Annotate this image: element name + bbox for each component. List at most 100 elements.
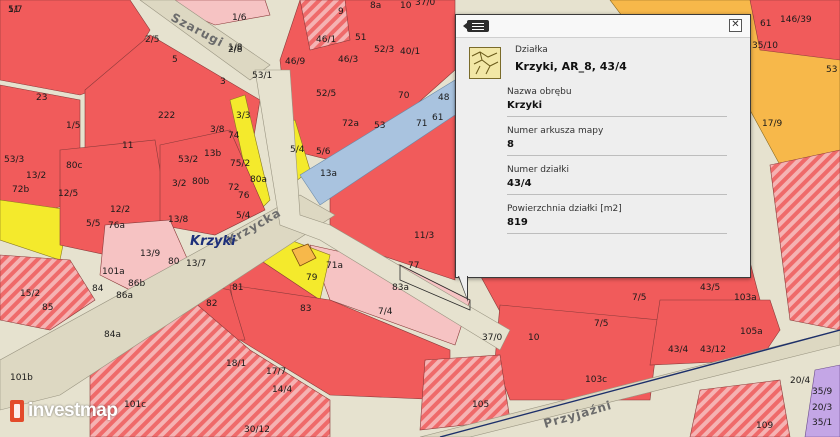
- parcel-number-label: 76a: [108, 221, 125, 231]
- parcel-number-label: 2/8: [228, 45, 243, 55]
- parcel-number-label: 51: [355, 33, 366, 43]
- parcel-number-label: 1/6: [232, 13, 247, 23]
- parcel-number-label: 103c: [585, 375, 607, 385]
- parcel-number-label: 51: [8, 5, 19, 15]
- parcel-number-label: 72b: [12, 185, 29, 195]
- parcel-number-label: 52/5: [316, 89, 336, 99]
- field-label: Numer działki: [507, 165, 570, 175]
- parcel-number-label: 10: [400, 1, 412, 11]
- parcel-number-label: 84a: [104, 330, 121, 340]
- parcel-number-label: 3/8: [210, 125, 225, 135]
- parcel-number-label: 61: [432, 113, 443, 123]
- parcel-number-label: 13/7: [186, 259, 206, 269]
- parcel-number-label: 76: [238, 191, 250, 201]
- parcel-number-label: 70: [398, 91, 410, 101]
- parcel-number-label: 17/9: [762, 119, 782, 129]
- field-value: Krzyki: [507, 100, 543, 111]
- parcel-number-label: 7/5: [594, 319, 608, 329]
- parcel-number-label: 77: [408, 261, 419, 271]
- parcel-number-label: 15/2: [20, 289, 40, 299]
- parcel-number-label: 13/9: [140, 249, 160, 259]
- parcel-number-label: 61: [760, 19, 771, 29]
- parcel-number-label: 46/9: [285, 57, 305, 67]
- parcel-number-label: 84: [92, 284, 104, 294]
- parcel-number-label: 53/3: [4, 155, 24, 165]
- parcel-number-label: 5/4: [236, 211, 251, 221]
- parcel-number-label: 43/4: [668, 345, 688, 355]
- parcel-number-label: 2/5: [145, 35, 159, 45]
- field-value: 43/4: [507, 178, 532, 189]
- parcel-number-label: 7/5: [632, 293, 646, 303]
- parcel-number-label: 5/4: [290, 145, 305, 155]
- parcel-number-label: 30/12: [244, 425, 270, 435]
- parcel-number-label: 83: [300, 304, 311, 314]
- parcel-number-label: 80: [168, 257, 180, 267]
- list-icon[interactable]: [463, 20, 489, 32]
- parcel-number-label: 86a: [116, 291, 133, 301]
- parcel-number-label: 1/5: [66, 121, 80, 131]
- parcel-number-label: 20/4: [790, 376, 810, 386]
- parcel-number-label: 83a: [392, 283, 409, 293]
- field-obreb: Nazwa obrębu Krzyki: [507, 87, 727, 117]
- parcel-number-label: 82: [206, 299, 217, 309]
- parcel-number-label: 74: [228, 131, 240, 141]
- parcel-number-label: 46/3: [338, 55, 358, 65]
- parcel-number-label: 86b: [128, 279, 145, 289]
- field-value: 8: [507, 139, 514, 150]
- parcel-number-label: 40/1: [400, 47, 420, 57]
- parcel-number-label: 12/5: [58, 189, 78, 199]
- parcel-number-label: 35/9: [812, 387, 832, 397]
- parcel-number-label: 13b: [204, 149, 221, 159]
- parcel-number-label: 17/7: [266, 367, 286, 377]
- parcel-number-label: 3/3: [236, 111, 250, 121]
- parcel-number-label: 85: [42, 303, 53, 313]
- parcel-number-label: 101b: [10, 373, 33, 383]
- parcel-number-label: 105a: [740, 327, 763, 337]
- place-label-krzyki: Krzyki: [190, 234, 236, 249]
- parcel-number-label: 18/1: [226, 359, 246, 369]
- parcel-number-label: 14/4: [272, 385, 292, 395]
- field-arkusz: Numer arkusza mapy 8: [507, 126, 727, 156]
- parcel-number-label: 103a: [734, 293, 757, 303]
- popup-kind: Działka: [515, 45, 548, 55]
- parcel-number-label: 222: [158, 111, 175, 121]
- close-button[interactable]: ✕: [729, 19, 742, 32]
- popup-header: ✕: [456, 15, 750, 38]
- parcel-number-label: 43/12: [700, 345, 726, 355]
- parcel-info-popup: ✕ Działka Krzyki, AR_8, 43/4 Nazwa obręb…: [455, 14, 751, 278]
- parcel-number-label: 35/1: [812, 418, 832, 428]
- parcel-number-label: 13a: [320, 169, 337, 179]
- popup-pointer-inner: [459, 276, 467, 298]
- parcel-number-label: 11/3: [414, 231, 434, 241]
- parcel-number-label: 5/5: [86, 219, 100, 229]
- field-dzialka: Numer działki 43/4: [507, 165, 727, 195]
- parcel-number-label: 12/2: [110, 205, 130, 215]
- parcel-number-label: 11: [122, 141, 133, 151]
- parcel-number-label: 20/3: [812, 403, 832, 413]
- parcel-number-label: 8a: [370, 1, 381, 11]
- parcel-number-label: 105: [472, 400, 489, 410]
- parcel-number-label: 43/5: [700, 283, 720, 293]
- investmap-logo: investmap: [10, 396, 118, 426]
- parcel-number-label: 5/6: [316, 147, 331, 157]
- parcel-number-label: 13/8: [168, 215, 188, 225]
- field-label: Numer arkusza mapy: [507, 126, 604, 136]
- parcel-number-label: 9: [338, 7, 344, 17]
- parcel-number-label: 37/0: [415, 0, 435, 8]
- logo-mark-icon: [10, 400, 24, 422]
- parcel-number-label: 53: [826, 65, 837, 75]
- parcel-number-label: 101a: [102, 267, 125, 277]
- parcel-number-label: 13/2: [26, 171, 46, 181]
- parcel-number-label: 46/1: [316, 35, 336, 45]
- parcel-number-label: 37/0: [482, 333, 502, 343]
- parcel-number-label: 3: [220, 77, 226, 87]
- parcel-number-label: 5: [172, 55, 178, 65]
- parcel-number-label: 80c: [66, 161, 82, 171]
- field-powierzchnia: Powierzchnia działki [m2] 819: [507, 204, 727, 234]
- parcel-number-label: 52/3: [374, 45, 394, 55]
- parcel-number-label: 7/4: [378, 307, 393, 317]
- parcel-number-label: 48: [438, 93, 450, 103]
- parcel-number-label: 23: [36, 93, 47, 103]
- parcel-number-label: 80b: [192, 177, 209, 187]
- parcel-number-label: 80a: [250, 175, 267, 185]
